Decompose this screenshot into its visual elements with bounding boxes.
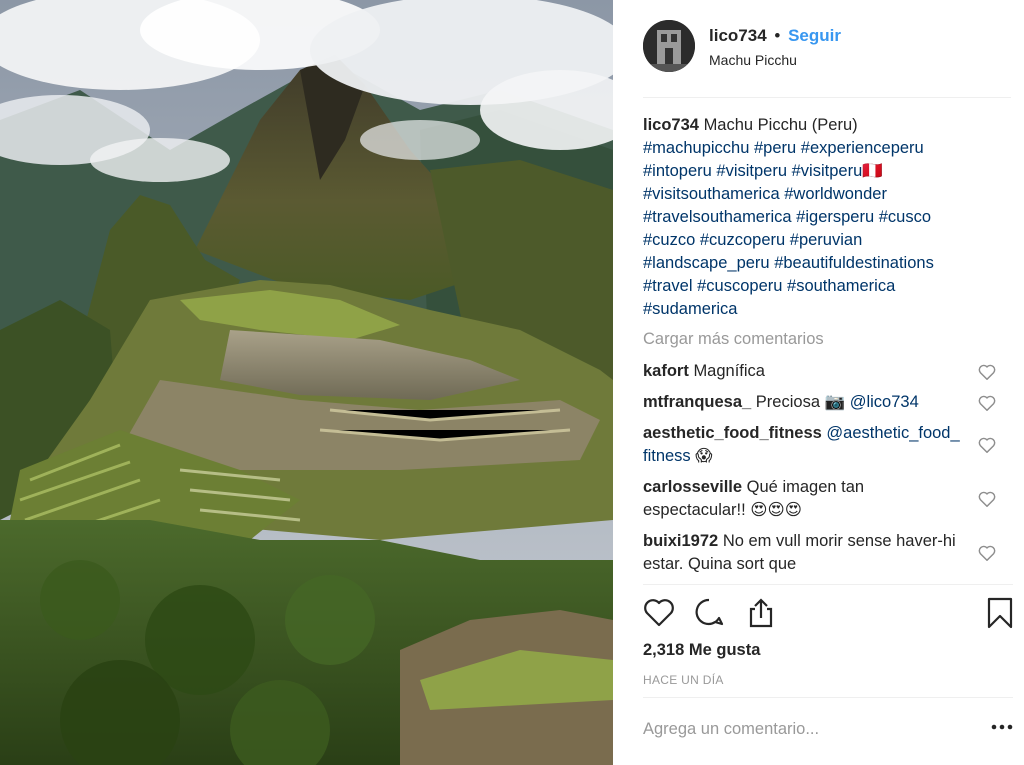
- hashtag-link[interactable]: #visitsouthamerica: [643, 185, 780, 203]
- follow-button[interactable]: Seguir: [788, 26, 841, 45]
- hashtag-link[interactable]: #igersperu: [796, 208, 874, 226]
- post-details-panel: lico734 • Seguir Machu Picchu lico734 Ma…: [613, 0, 1024, 765]
- hashtag-link[interactable]: #cuzcoperu: [700, 231, 785, 249]
- comment-item: mtfranquesa_ Preciosa 📷 @lico734: [643, 391, 996, 414]
- more-options-icon[interactable]: [991, 724, 1013, 730]
- comment-username[interactable]: kafort: [643, 362, 689, 380]
- hashtag-link[interactable]: #landscape_peru: [643, 254, 770, 272]
- comment-username[interactable]: buixi1972: [643, 532, 718, 550]
- heart-small-icon[interactable]: [978, 395, 996, 411]
- hashtag-link[interactable]: #intoperu: [643, 162, 712, 180]
- hashtag-link[interactable]: #beautifuldestinations: [774, 254, 934, 272]
- comment-mention[interactable]: @lico734: [850, 393, 919, 411]
- heart-icon[interactable]: [643, 597, 675, 627]
- heart-small-icon[interactable]: [978, 491, 996, 507]
- comment-item: aesthetic_food_fitness @aesthetic_food_f…: [643, 422, 996, 468]
- hashtag-link[interactable]: #machupicchu: [643, 139, 749, 157]
- caption-username[interactable]: lico734: [643, 116, 699, 134]
- hashtag-link[interactable]: #experienceperu: [801, 139, 924, 157]
- hashtag-link[interactable]: #peru: [754, 139, 796, 157]
- separator-dot: •: [774, 26, 781, 45]
- header-username[interactable]: lico734: [709, 26, 767, 45]
- comment-username[interactable]: carlosseville: [643, 478, 742, 496]
- comment-item: buixi1972 No em vull morir sense haver-h…: [643, 530, 996, 576]
- post-photo[interactable]: [0, 0, 613, 765]
- hashtag-link[interactable]: #cuzco: [643, 231, 695, 249]
- caption-hashtags: #machupicchu #peru #experienceperu #into…: [643, 139, 934, 318]
- likes-count[interactable]: 2,318 Me gusta: [643, 641, 760, 660]
- heart-small-icon[interactable]: [978, 545, 996, 561]
- hashtag-link[interactable]: #southamerica: [787, 277, 895, 295]
- hashtag-link[interactable]: #visitperu🇵🇪: [792, 162, 883, 180]
- comment-bubble-icon[interactable]: [693, 597, 725, 627]
- comment-text: Magnífica: [693, 362, 765, 380]
- add-comment-input[interactable]: [643, 720, 963, 739]
- caption-text: Machu Picchu (Peru): [703, 116, 858, 134]
- heart-small-icon[interactable]: [978, 364, 996, 380]
- hashtag-link[interactable]: #sudamerica: [643, 300, 737, 318]
- share-icon[interactable]: [745, 597, 777, 629]
- bookmark-icon[interactable]: [987, 597, 1013, 629]
- hashtag-link[interactable]: #peruvian: [790, 231, 862, 249]
- avatar-image: [643, 20, 695, 72]
- heart-small-icon[interactable]: [978, 437, 996, 453]
- comment-emoji: 😱: [695, 447, 713, 465]
- hashtag-link[interactable]: #travel: [643, 277, 693, 295]
- header-user-line: lico734 • Seguir: [709, 26, 841, 46]
- machu-picchu-photo: [0, 0, 613, 765]
- post-actions: 2,318 Me gusta HACE UN DÍA: [643, 584, 1013, 694]
- post-header: lico734 • Seguir Machu Picchu: [643, 20, 1011, 98]
- comments-list[interactable]: lico734 Machu Picchu (Peru) #machupicchu…: [643, 114, 1018, 582]
- hashtag-link[interactable]: #visitperu: [716, 162, 787, 180]
- comment-text: Preciosa 📷: [755, 393, 846, 411]
- avatar[interactable]: [643, 20, 695, 72]
- post-timestamp[interactable]: HACE UN DÍA: [643, 673, 724, 687]
- load-more-comments-button[interactable]: Cargar más comentarios: [643, 328, 1018, 351]
- hashtag-link[interactable]: #cuscoperu: [697, 277, 782, 295]
- comment-username[interactable]: aesthetic_food_fitness: [643, 424, 822, 442]
- hashtag-link[interactable]: #cusco: [879, 208, 931, 226]
- comment-username[interactable]: mtfranquesa_: [643, 393, 751, 411]
- caption: lico734 Machu Picchu (Peru) #machupicchu…: [643, 114, 973, 321]
- hashtag-link[interactable]: #worldwonder: [784, 185, 887, 203]
- location-link[interactable]: Machu Picchu: [709, 52, 797, 68]
- comment-item: kafort Magnífica: [643, 360, 996, 383]
- add-comment-bar: [643, 697, 1013, 765]
- comment-item: carlosseville Qué imagen tan espectacula…: [643, 476, 996, 522]
- hashtag-link[interactable]: #travelsouthamerica: [643, 208, 792, 226]
